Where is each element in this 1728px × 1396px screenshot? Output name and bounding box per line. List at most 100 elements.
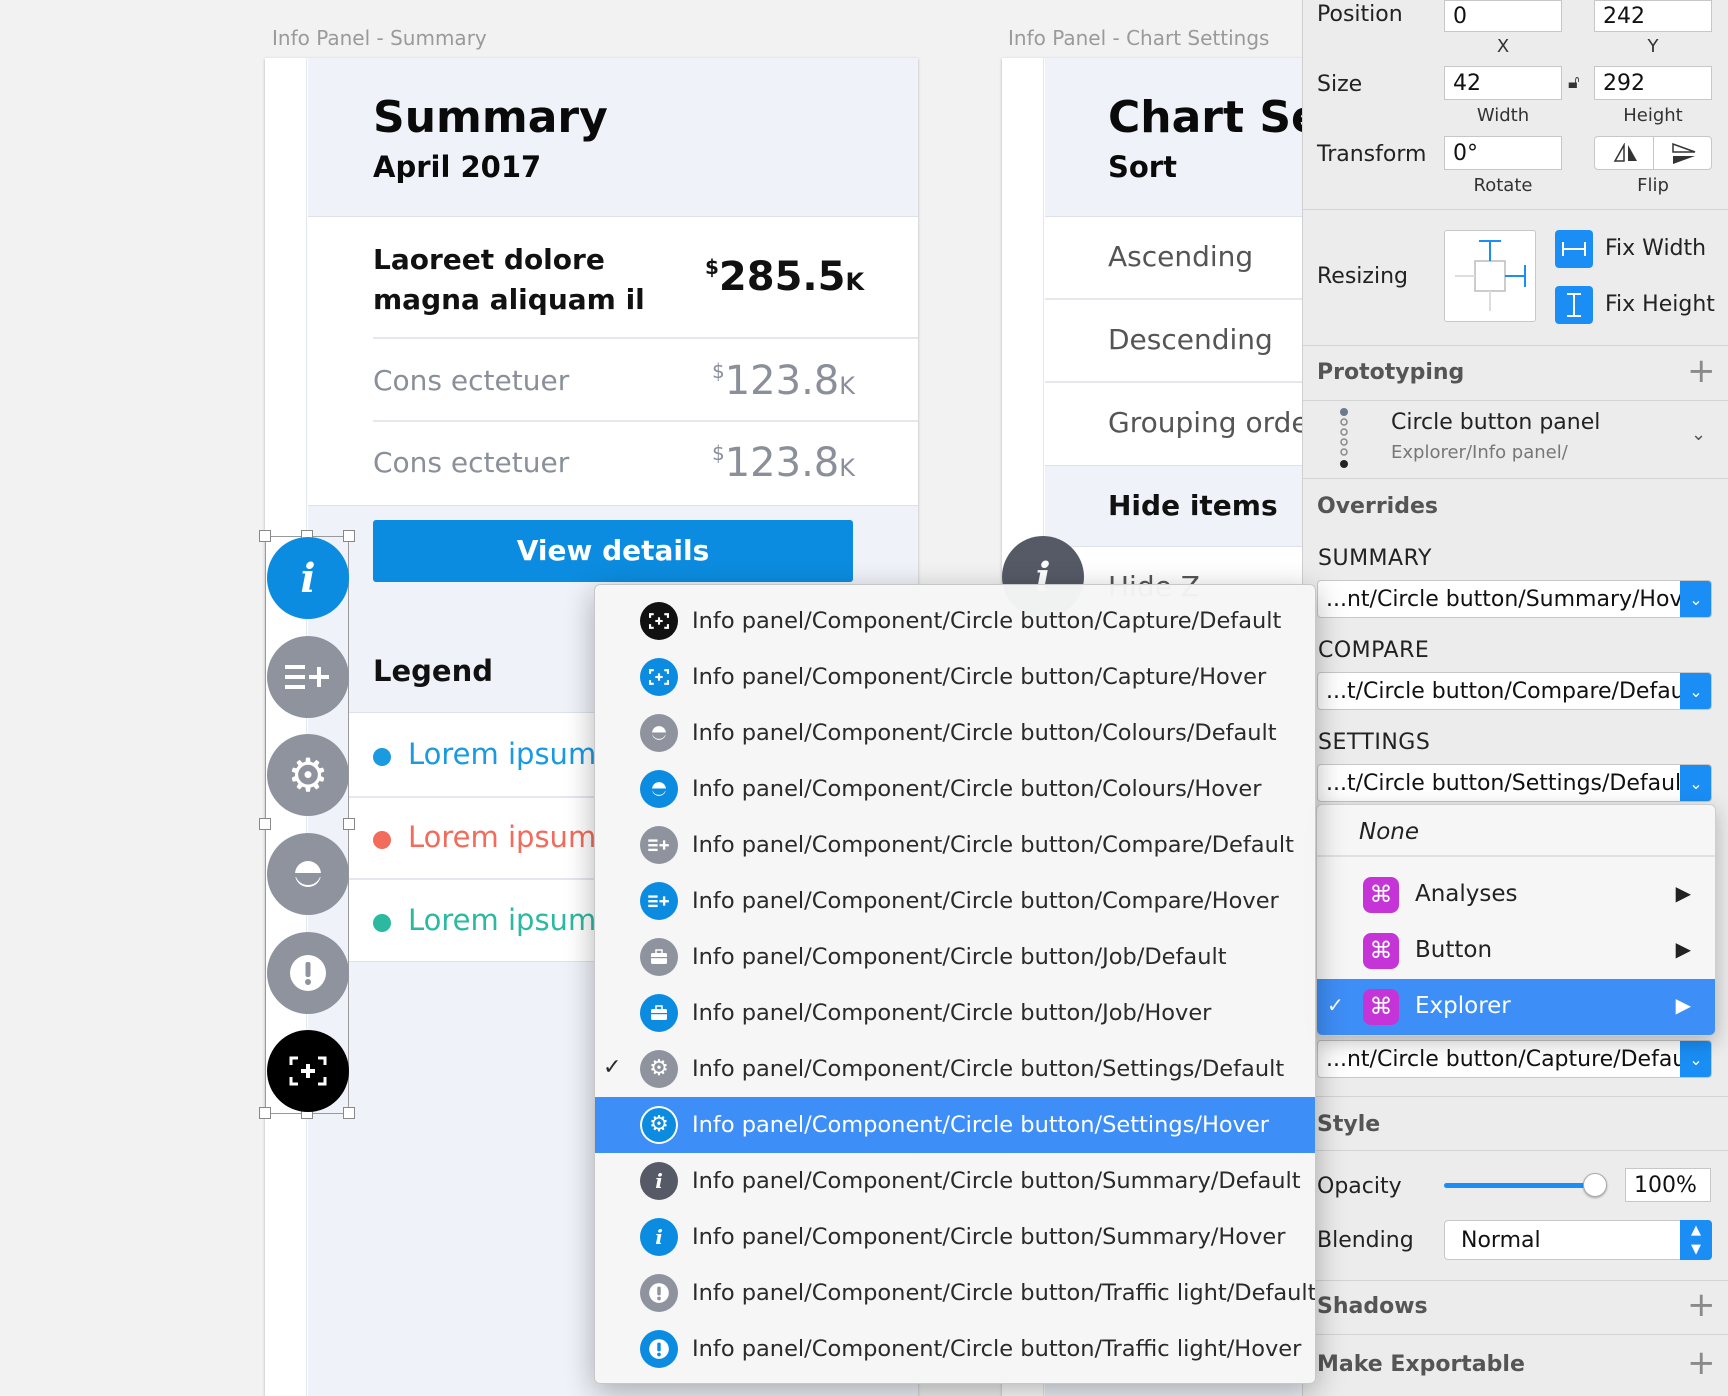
capture-icon [640,658,678,696]
flip-caption: Flip [1637,175,1669,196]
override-label-settings: SETTINGS [1318,730,1431,755]
add-prototyping-icon[interactable]: + [1687,354,1716,388]
stepper-icon: ▲ ▼ [1680,1220,1712,1260]
settings-circle-button[interactable]: ⚙ [267,734,349,816]
divider [1303,400,1728,401]
compare-icon [640,826,678,864]
menu-item[interactable]: Info panel/Component/Circle button/Colou… [595,705,1315,761]
menu-item[interactable]: Info panel/Component/Circle button/Captu… [595,649,1315,705]
flip-horizontal-icon[interactable] [1613,143,1639,163]
opacity-field[interactable]: 100% [1625,1168,1711,1202]
briefcase-icon [640,938,678,976]
rotate-caption: Rotate [1473,175,1533,196]
legend-dot [373,914,391,932]
fix-width-checkbox[interactable] [1555,230,1593,268]
lock-icon[interactable]: 🔓︎ [1568,72,1580,93]
menu-item-label: Info panel/Component/Circle button/Traff… [692,1280,1316,1306]
menu-item-explorer[interactable]: ✓ ⌘ Explorer ▶ [1317,979,1715,1035]
menu-item[interactable]: Info panel/Component/Circle button/Job/H… [595,985,1315,1041]
y-field[interactable]: 242 [1594,0,1712,32]
overrides-heading: Overrides [1317,494,1438,519]
view-details-button[interactable]: View details [373,520,853,582]
add-shadow-icon[interactable]: + [1687,1288,1716,1322]
info-icon: i [640,1162,678,1200]
checkmark-icon: ✓ [1327,993,1344,1017]
compare-circle-button[interactable] [267,636,349,718]
artboard-label-chart-settings[interactable]: Info Panel - Chart Settings [1008,26,1269,50]
artboard-label-summary[interactable]: Info Panel - Summary [272,26,487,50]
make-exportable-heading: Make Exportable [1317,1352,1525,1377]
menu-item[interactable]: Info panel/Component/Circle button/Traff… [595,1265,1315,1321]
divider [1303,345,1728,346]
metric-row-label: Cons ectetuer [373,446,570,479]
menu-item-analyses[interactable]: ⌘ Analyses ▶ [1317,867,1715,923]
override-select-compare[interactable]: ...t/Circle button/Compare/Default ⌄ [1317,672,1712,710]
opacity-slider-track[interactable] [1444,1183,1594,1188]
symbol-name[interactable]: Circle button panel [1391,410,1600,435]
resize-handle[interactable] [343,818,355,830]
menu-item-label: Info panel/Component/Circle button/Colou… [692,776,1262,802]
menu-item[interactable]: Info panel/Component/Circle button/Compa… [595,873,1315,929]
fix-height-checkbox[interactable] [1555,286,1593,324]
menu-item[interactable]: Info panel/Component/Circle button/Compa… [595,817,1315,873]
override-select-summary[interactable]: ...nt/Circle button/Summary/Hover ⌄ [1317,580,1712,618]
resize-handle[interactable] [259,1107,271,1119]
override-select-settings[interactable]: ...t/Circle button/Settings/Default ⌄ [1317,764,1712,802]
resize-handle[interactable] [343,530,355,542]
compare-icon [640,882,678,920]
menu-item[interactable]: ⚙ Info panel/Component/Circle button/Sett… [595,1097,1315,1153]
menu-item[interactable]: ✓ ⚙ Info panel/Component/Circle button/Set… [595,1041,1315,1097]
summary-circle-button[interactable]: i [267,537,349,619]
colours-icon [640,770,678,808]
chevron-down-icon[interactable]: ⌄ [1691,424,1706,445]
y-caption: Y [1647,36,1659,57]
sort-option[interactable]: Descending [1108,323,1273,356]
resize-handle[interactable] [259,818,271,830]
style-heading: Style [1317,1112,1381,1137]
menu-item-label: Info panel/Component/Circle button/Traff… [692,1336,1302,1362]
symbol-icon: ⌘ [1363,989,1399,1025]
menu-item[interactable]: i Info panel/Component/Circle button/Summ… [595,1153,1315,1209]
menu-item[interactable]: i Info panel/Component/Circle button/Summ… [595,1209,1315,1265]
chart-settings-subtitle: Sort [1108,150,1177,184]
colours-circle-button[interactable] [267,833,349,915]
override-symbol-menu: Info panel/Component/Circle button/Captu… [594,584,1316,1384]
override-select-capture[interactable]: ...nt/Circle button/Capture/Default ⌄ [1317,1040,1712,1078]
flip-vertical-icon[interactable] [1671,143,1697,165]
rotate-field[interactable]: 0° [1444,136,1562,170]
resize-handle[interactable] [259,530,271,542]
add-export-icon[interactable]: + [1687,1346,1716,1380]
menu-item[interactable]: Info panel/Component/Circle button/Captu… [595,593,1315,649]
symbol-icon [1340,408,1348,468]
menu-item[interactable]: Info panel/Component/Circle button/Job/D… [595,929,1315,985]
menu-item-none[interactable]: None [1317,805,1715,861]
fix-width-label[interactable]: Fix Width [1605,236,1706,261]
fix-height-label[interactable]: Fix Height [1605,292,1715,317]
menu-item-button[interactable]: ⌘ Button ▶ [1317,923,1715,979]
menu-item[interactable]: Info panel/Component/Circle button/Colou… [595,761,1315,817]
width-field[interactable]: 42 [1444,66,1562,100]
height-field[interactable]: 292 [1594,66,1712,100]
briefcase-icon [640,994,678,1032]
blending-select[interactable]: Normal ▲ ▼ [1444,1220,1712,1260]
menu-item[interactable]: Info panel/Component/Circle button/Traff… [595,1321,1315,1377]
sort-option[interactable]: Ascending [1108,240,1253,273]
menu-item-label: Info panel/Component/Circle button/Setti… [692,1112,1270,1138]
divider [1303,209,1728,210]
traffic-light-circle-button[interactable] [267,932,349,1014]
gear-icon: ⚙ [640,1106,678,1144]
capture-circle-button[interactable] [267,1030,349,1112]
flip-control[interactable] [1594,136,1712,170]
x-field[interactable]: 0 [1444,0,1562,32]
divider [1045,381,1302,383]
main-metric-label: Laoreet dolore magna aliquam il [373,243,645,316]
resize-handle[interactable] [343,1107,355,1119]
chevron-down-icon: ⌄ [1680,765,1711,801]
opacity-slider-thumb[interactable] [1583,1173,1607,1197]
selection-outline [265,536,349,1114]
sort-option[interactable]: Grouping orde [1108,406,1302,439]
resizing-control[interactable] [1444,230,1536,322]
legend-dot [373,748,391,766]
checkmark-icon: ✓ [603,1055,622,1080]
summary-subtitle: April 2017 [373,150,542,184]
